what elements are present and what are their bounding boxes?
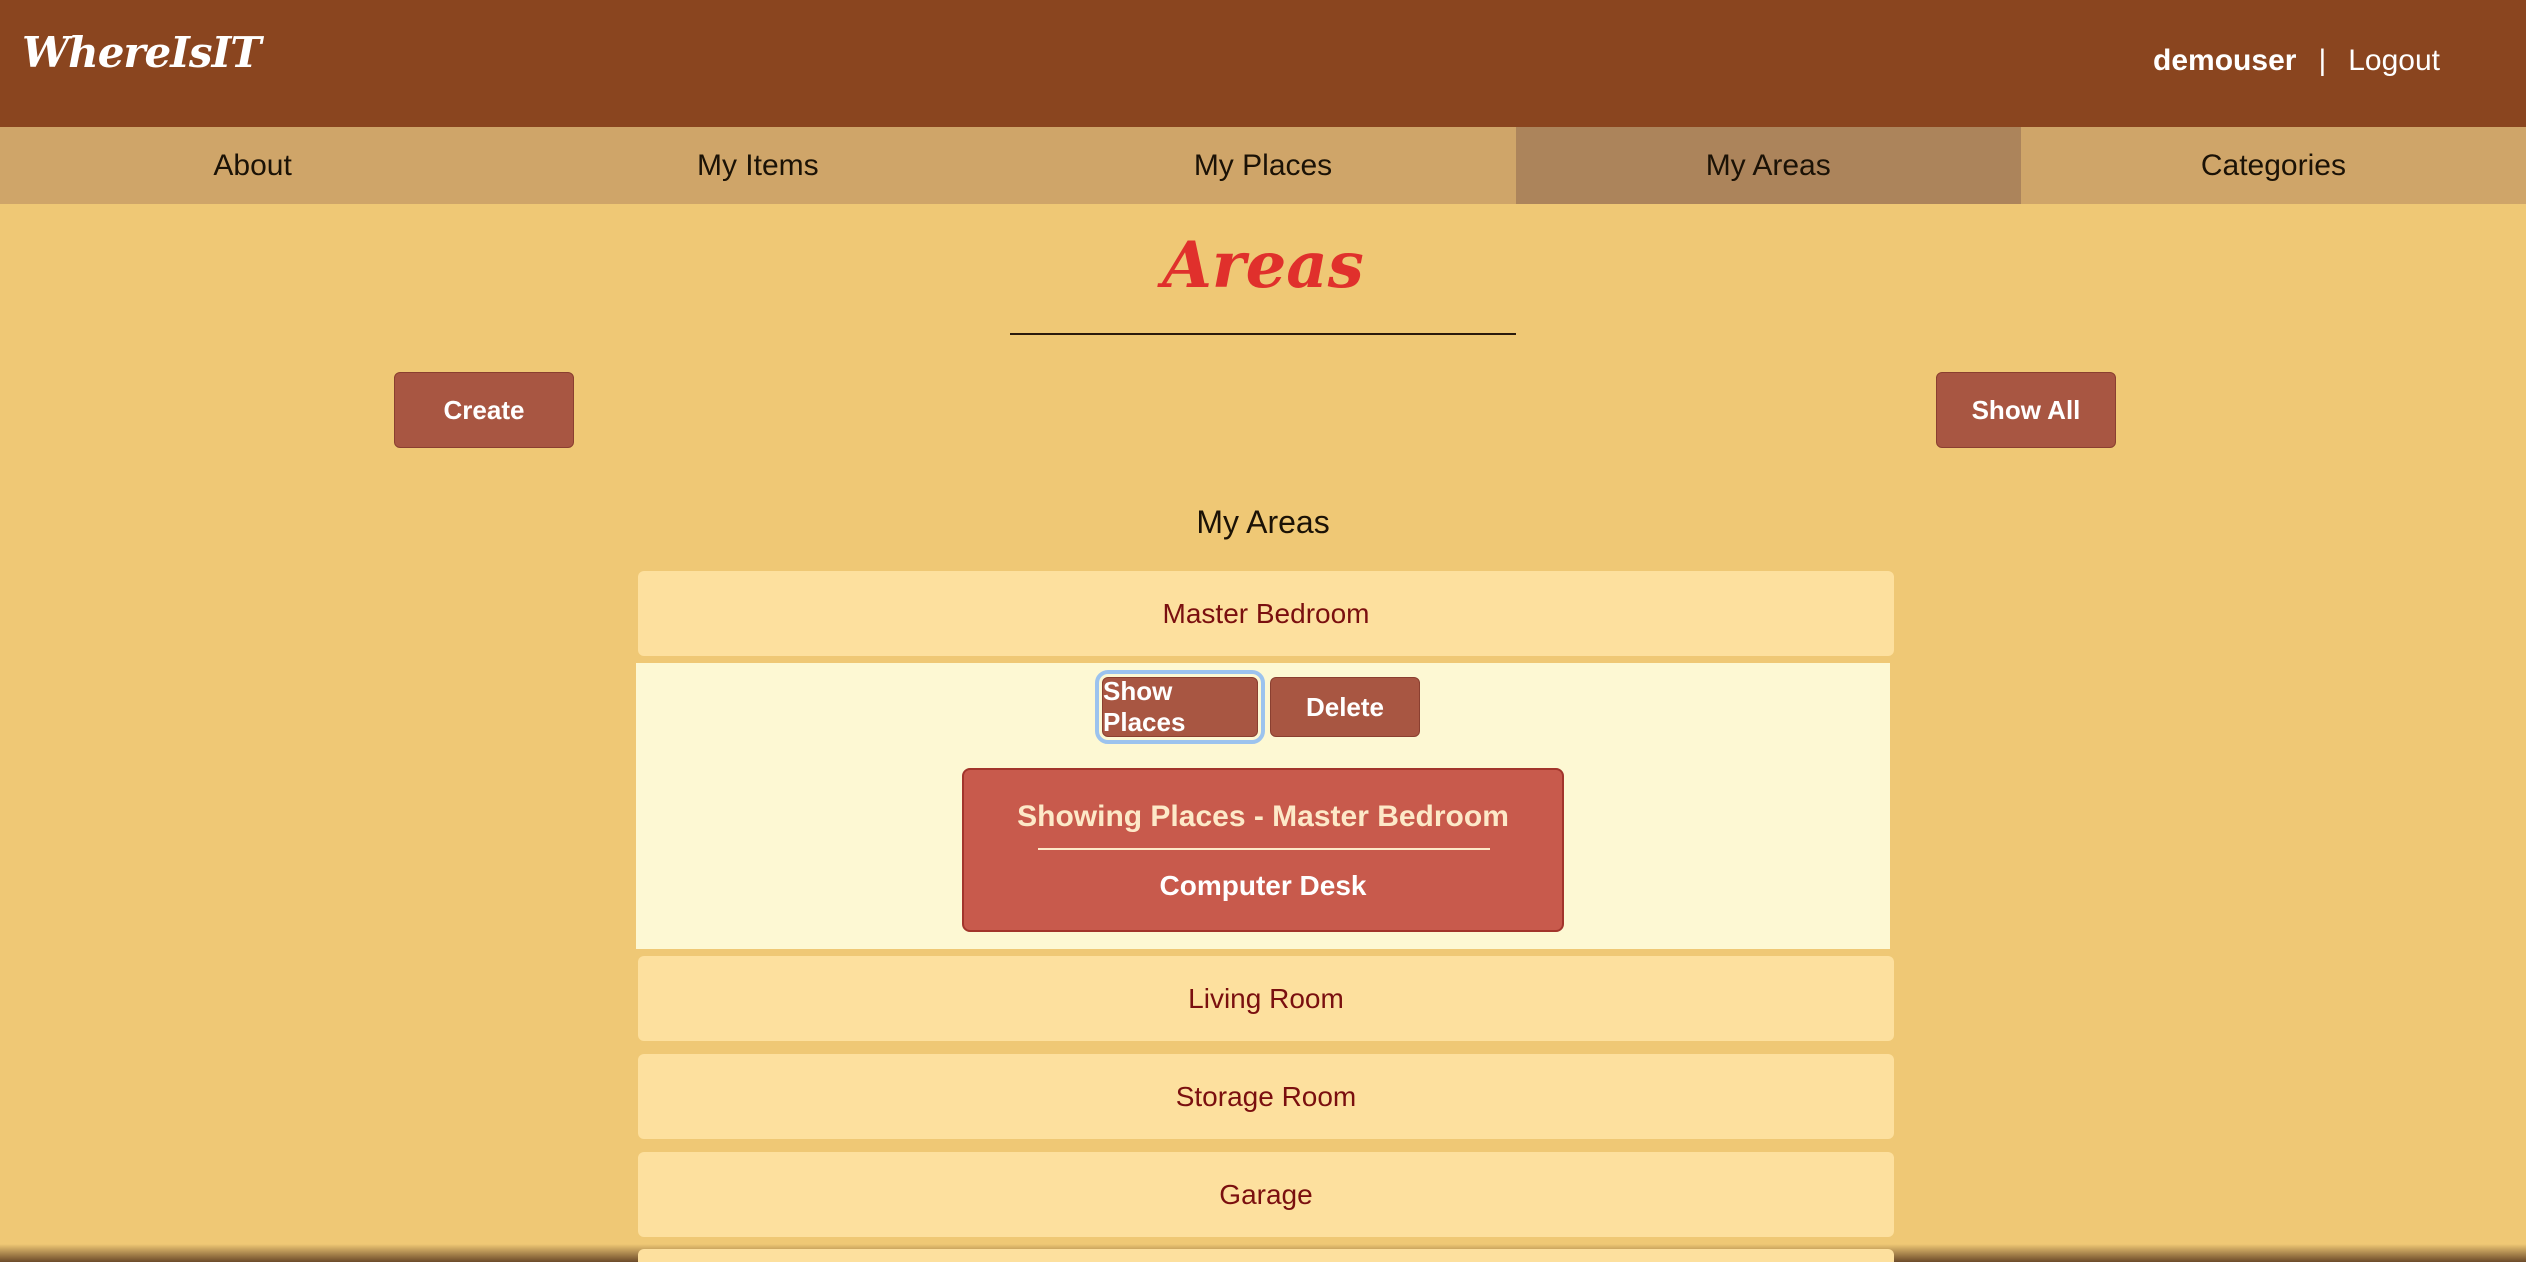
main-nav: About My Items My Places My Areas Catego… (0, 127, 2526, 204)
create-button[interactable]: Create (394, 372, 574, 448)
show-places-button[interactable]: Show Places (1095, 670, 1265, 744)
tab-categories[interactable]: Categories (2021, 127, 2526, 204)
logout-link[interactable]: Logout (2348, 44, 2440, 78)
user-menu: demouser | Logout (2153, 44, 2440, 78)
area-row-living-room[interactable]: Living Room (638, 956, 1894, 1041)
area-row-storage-room[interactable]: Storage Room (638, 1054, 1894, 1139)
title-divider (1010, 333, 1516, 335)
area-row-partial (638, 1249, 1894, 1262)
area-row-garage[interactable]: Garage (638, 1152, 1894, 1237)
tab-about[interactable]: About (0, 127, 505, 204)
places-divider (1038, 848, 1490, 850)
tab-my-areas[interactable]: My Areas (1515, 127, 2021, 204)
section-heading: My Areas (1196, 504, 1330, 540)
place-item[interactable]: Computer Desk (964, 870, 1562, 902)
area-row-master-bedroom[interactable]: Master Bedroom (638, 571, 1894, 656)
delete-button[interactable]: Delete (1270, 677, 1420, 737)
user-separator: | (2318, 44, 2327, 77)
top-header: WhereIsIT demouser | Logout (0, 0, 2526, 127)
page-title: Areas (1162, 228, 1364, 303)
brand-logo[interactable]: WhereIsIT (22, 28, 261, 77)
username-label: demouser (2153, 44, 2297, 77)
places-panel: Showing Places - Master Bedroom Computer… (962, 768, 1564, 932)
tab-my-items[interactable]: My Items (505, 127, 1010, 204)
show-all-button[interactable]: Show All (1936, 372, 2116, 448)
places-title: Showing Places - Master Bedroom (1017, 800, 1509, 833)
tab-my-places[interactable]: My Places (1010, 127, 1515, 204)
